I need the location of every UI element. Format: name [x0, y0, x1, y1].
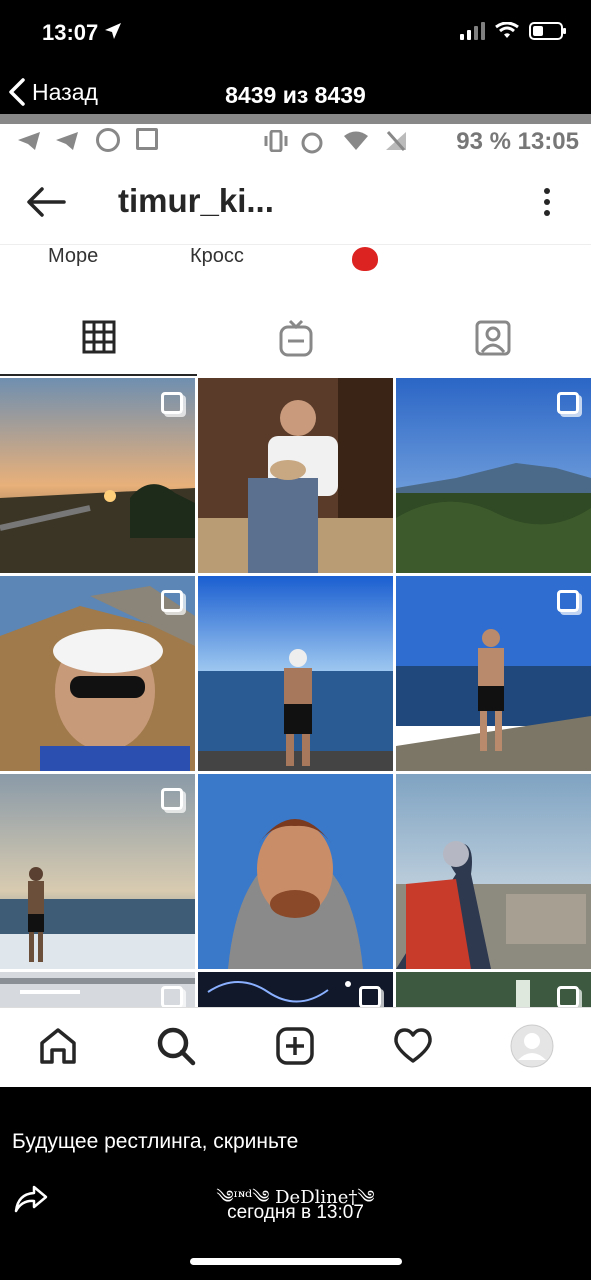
post-thumbnail[interactable]	[0, 576, 195, 771]
multiple-photos-icon	[161, 590, 183, 612]
highlight-item[interactable]: Море	[48, 245, 98, 268]
beach-back-view-photo	[198, 576, 393, 771]
post-thumbnail[interactable]	[198, 774, 393, 969]
android-battery-time: 93 % 13:05	[456, 128, 579, 155]
no-signal-icon	[386, 131, 406, 151]
post-thumbnail[interactable]	[198, 972, 393, 1008]
twitch-icon	[136, 128, 158, 150]
alarm-icon	[301, 132, 323, 154]
home-indicator	[190, 1258, 402, 1265]
photo-caption: Будущее рестлинга, скриньте	[12, 1130, 299, 1153]
tab-tagged[interactable]	[394, 300, 591, 376]
nav-home[interactable]	[36, 1024, 80, 1068]
multiple-photos-icon	[161, 788, 183, 810]
profile-tabs	[0, 300, 591, 376]
wifi-icon	[344, 131, 368, 150]
home-icon	[40, 1028, 76, 1064]
bottom-navigation	[0, 1007, 591, 1087]
heart-icon	[394, 1028, 432, 1063]
nav-activity[interactable]	[391, 1024, 435, 1068]
add-square-icon	[276, 1027, 314, 1065]
battery-icon	[529, 22, 566, 40]
tagged-user-icon	[475, 320, 510, 356]
post-thumbnail[interactable]	[396, 378, 591, 573]
sent-date: сегодня в 13:07	[227, 1202, 364, 1223]
multiple-photos-icon	[161, 392, 183, 414]
post-thumbnail[interactable]	[0, 774, 195, 969]
tab-posts-grid[interactable]	[0, 300, 197, 376]
nav-search[interactable]	[154, 1024, 198, 1068]
signal-icon	[460, 22, 485, 40]
profile-header: timur_ki...	[0, 164, 591, 244]
vibrate-icon	[264, 130, 288, 152]
post-thumbnail[interactable]	[396, 576, 591, 771]
profile-avatar-icon	[510, 1024, 554, 1068]
post-thumbnail[interactable]	[396, 972, 591, 1008]
man-with-cat-photo	[198, 378, 393, 573]
nav-add-post[interactable]	[273, 1024, 317, 1068]
post-thumbnail[interactable]	[198, 378, 393, 573]
arrow-left-icon[interactable]	[26, 186, 66, 218]
multiple-photos-icon	[359, 986, 381, 1008]
post-thumbnail[interactable]	[0, 972, 195, 1008]
grid-icon	[82, 320, 115, 354]
app-notification-icon	[96, 128, 120, 152]
post-thumbnail[interactable]	[198, 576, 393, 771]
search-icon	[157, 1027, 196, 1066]
screenshot-image: 93 % 13:05 timur_ki... Море Кросс	[0, 114, 591, 1087]
story-highlights: Море Кросс	[0, 244, 591, 278]
more-vertical-icon[interactable]	[543, 186, 551, 218]
city-view-photo	[396, 774, 591, 969]
multiple-photos-icon	[557, 590, 579, 612]
location-arrow-icon	[105, 23, 121, 39]
multiple-photos-icon	[557, 392, 579, 414]
photo-counter: 8439 из 8439	[225, 82, 366, 108]
telegram-icon	[56, 132, 78, 150]
post-thumbnail[interactable]	[396, 774, 591, 969]
multiple-photos-icon	[161, 986, 183, 1008]
hooded-portrait-photo	[198, 774, 393, 969]
devil-emoji-icon[interactable]	[352, 247, 378, 271]
telegram-icon	[18, 132, 40, 150]
profile-username: timur_ki...	[118, 182, 274, 219]
post-thumbnail[interactable]	[0, 378, 195, 573]
igtv-icon	[279, 319, 312, 357]
ios-status-bar: 13:07	[0, 0, 591, 64]
highlight-item[interactable]: Кросс	[190, 245, 244, 268]
nav-profile[interactable]	[510, 1024, 554, 1068]
wifi-icon	[495, 22, 519, 38]
tab-igtv[interactable]	[197, 300, 394, 376]
status-time: 13:07	[42, 20, 99, 45]
posts-grid	[0, 378, 591, 1008]
multiple-photos-icon	[557, 986, 579, 1008]
android-status-bar: 93 % 13:05	[0, 114, 591, 155]
